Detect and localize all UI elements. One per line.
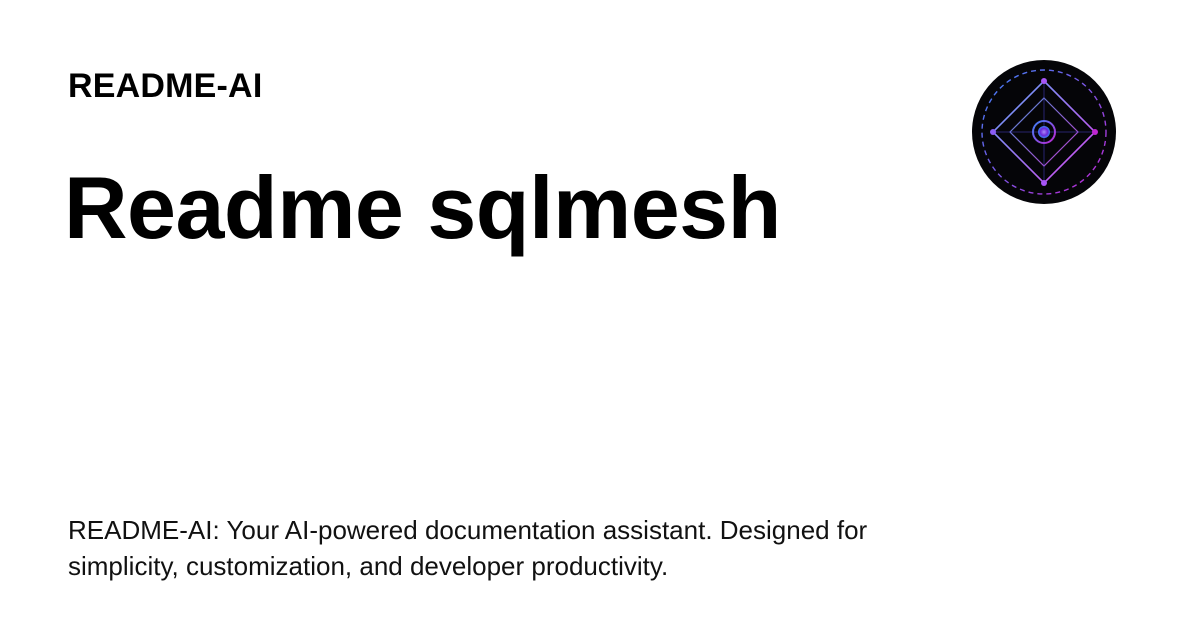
social-card: README-AI Readme sqlmesh README-AI: Your…	[0, 0, 1200, 630]
page-description: README-AI: Your AI-powered documentation…	[68, 515, 868, 581]
page-title: Readme sqlmesh	[64, 158, 781, 257]
brand-name: README-AI	[68, 67, 263, 105]
readme-ai-logo	[972, 60, 1116, 204]
diamond-target-logo-icon	[972, 60, 1116, 204]
